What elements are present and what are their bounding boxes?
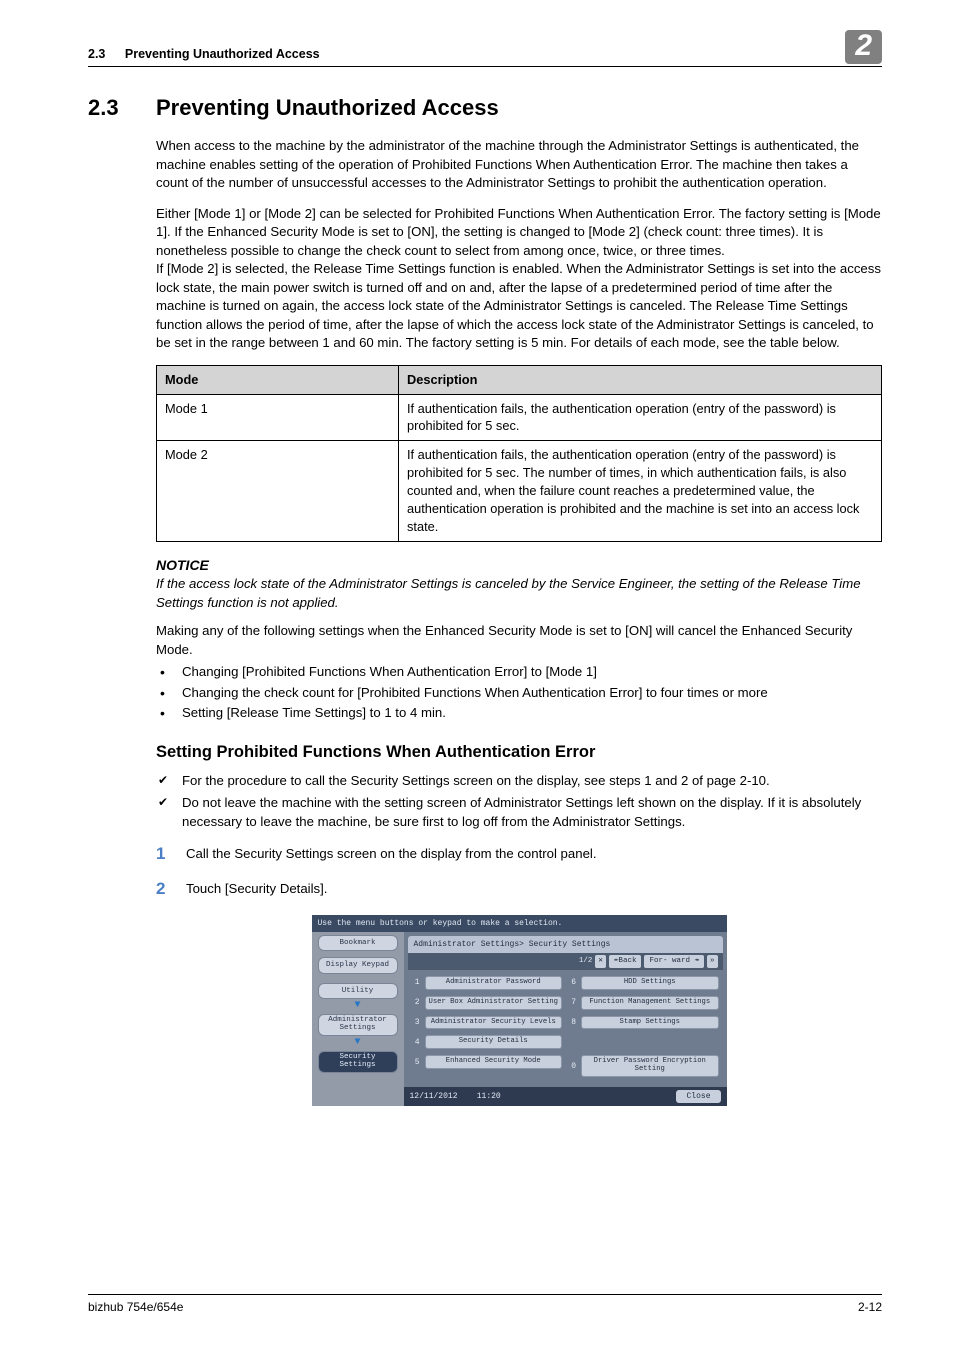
runhead-chapter-badge: 2 (845, 30, 882, 64)
td-mode: Mode 2 (157, 441, 399, 542)
step-text: Touch [Security Details]. (186, 880, 882, 899)
pager-forward-button[interactable]: For- ward ↠ (644, 955, 704, 968)
menu-admin-security-levels[interactable]: Administrator Security Levels (425, 1016, 563, 1030)
menu-admin-password[interactable]: Administrator Password (425, 976, 563, 990)
section-heading-title: Preventing Unauthorized Access (156, 93, 499, 124)
step-text: Call the Security Settings screen on the… (186, 845, 882, 864)
sidebar-item-display-keypad[interactable]: Display Keypad (318, 957, 398, 974)
pager: 1/2 ✕ ↞Back For- ward ↠ » (408, 953, 723, 970)
list-item: Changing [Prohibited Functions When Auth… (156, 663, 882, 681)
menu-security-details[interactable]: Security Details (425, 1035, 563, 1049)
td-desc: If authentication fails, the authenticat… (399, 394, 882, 441)
sidebar-item-admin-settings[interactable]: Administrator Settings (318, 1014, 398, 1036)
shot-time: 11:20 (477, 1092, 501, 1101)
step-number: 1 (156, 845, 186, 864)
td-mode: Mode 1 (157, 394, 399, 441)
menu-num: 0 (568, 1061, 576, 1072)
footer-model: bizhub 754e/654e (88, 1299, 183, 1316)
sidebar-item-bookmark[interactable]: Bookmark (318, 935, 398, 952)
step-1: 1 Call the Security Settings screen on t… (156, 845, 882, 864)
menu-num: 5 (412, 1057, 420, 1068)
menu-num: 8 (568, 1017, 576, 1028)
th-mode: Mode (157, 365, 399, 394)
table-row: Mode 1 If authentication fails, the auth… (157, 394, 882, 441)
sidebar-item-security-settings[interactable]: Security Settings (318, 1051, 398, 1073)
section-heading-num: 2.3 (88, 93, 156, 124)
menu-grid: 1 Administrator Password 2 User Box Admini… (404, 970, 727, 1088)
list-item: Setting [Release Time Settings] to 1 to … (156, 704, 882, 722)
menu-num: 2 (412, 997, 420, 1008)
running-header: 2.3 Preventing Unauthorized Access 2 (88, 30, 882, 67)
notice-body: If the access lock state of the Administ… (156, 575, 882, 612)
menu-driver-password-encryption[interactable]: Driver Password Encryption Setting (581, 1055, 719, 1077)
menu-function-management[interactable]: Function Management Settings (581, 996, 719, 1010)
menu-stamp-settings[interactable]: Stamp Settings (581, 1016, 719, 1030)
step-2: 2 Touch [Security Details]. (156, 880, 882, 899)
step-number: 2 (156, 880, 186, 899)
intro-para-1: When access to the machine by the admini… (156, 137, 882, 192)
section-heading: 2.3 Preventing Unauthorized Access (88, 93, 882, 124)
close-button[interactable]: Close (676, 1090, 720, 1103)
pager-back-button[interactable]: ↞Back (609, 955, 642, 968)
subsection-heading: Setting Prohibited Functions When Authen… (156, 741, 882, 764)
menu-hdd-settings[interactable]: HDD Settings (581, 976, 719, 990)
shot-sidebar: Bookmark Display Keypad Utility ▼ Admini… (312, 932, 404, 1106)
pager-end[interactable]: » (707, 955, 718, 968)
menu-enhanced-security-mode[interactable]: Enhanced Security Mode (425, 1055, 563, 1069)
list-item: Changing the check count for [Prohibited… (156, 684, 882, 702)
breadcrumb: Administrator Settings> Security Setting… (408, 936, 723, 953)
pager-stop[interactable]: ✕ (595, 955, 606, 968)
cancel-conditions-list: Changing [Prohibited Functions When Auth… (156, 663, 882, 722)
shot-date: 12/11/2012 (410, 1092, 458, 1101)
shot-footer: 12/11/2012 11:20 Close (404, 1087, 727, 1106)
chevron-down-icon: ▼ (312, 1001, 404, 1011)
list-item: Do not leave the machine with the settin… (156, 794, 882, 831)
menu-user-box-admin[interactable]: User Box Administrator Setting (425, 996, 563, 1010)
list-item: For the procedure to call the Security S… (156, 772, 882, 790)
table-row: Mode 2 If authentication fails, the auth… (157, 441, 882, 542)
preconditions-list: For the procedure to call the Security S… (156, 772, 882, 831)
menu-num: 3 (412, 1017, 420, 1028)
cancel-conditions-intro: Making any of the following settings whe… (156, 622, 882, 659)
footer-page-number: 2-12 (858, 1299, 882, 1316)
table-header-row: Mode Description (157, 365, 882, 394)
sidebar-item-utility[interactable]: Utility (318, 983, 398, 1000)
runhead-section-num: 2.3 (88, 47, 105, 61)
menu-num: 4 (412, 1037, 420, 1048)
page-indicator: 1/2 (579, 956, 593, 967)
runhead-left: 2.3 Preventing Unauthorized Access (88, 46, 320, 64)
shot-instruction-bar: Use the menu buttons or keypad to make a… (312, 915, 727, 932)
notice-heading: NOTICE (156, 556, 882, 576)
menu-num: 6 (568, 977, 576, 988)
menu-num: 7 (568, 997, 576, 1008)
page-footer: bizhub 754e/654e 2-12 (88, 1294, 882, 1316)
intro-para-2: Either [Mode 1] or [Mode 2] can be selec… (156, 205, 882, 260)
device-screenshot: Use the menu buttons or keypad to make a… (312, 915, 727, 1107)
intro-para-3: If [Mode 2] is selected, the Release Tim… (156, 260, 882, 352)
menu-num: 1 (412, 977, 420, 988)
chevron-down-icon: ▼ (312, 1038, 404, 1048)
td-desc: If authentication fails, the authenticat… (399, 441, 882, 542)
mode-table: Mode Description Mode 1 If authenticatio… (156, 365, 882, 542)
th-description: Description (399, 365, 882, 394)
runhead-section-title: Preventing Unauthorized Access (125, 47, 320, 61)
